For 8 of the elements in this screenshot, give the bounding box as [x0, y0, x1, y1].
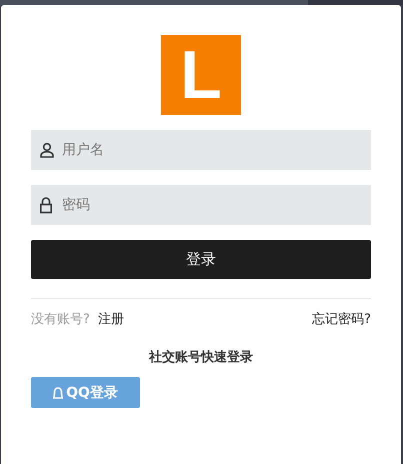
forgot-password-link[interactable]: 忘记密码? — [312, 310, 371, 328]
password-field[interactable]: 密码 — [31, 185, 371, 225]
logo: L — [161, 35, 241, 115]
no-account-text: 没有账号? — [31, 311, 90, 328]
login-button[interactable]: 登录 — [31, 240, 371, 279]
register-link[interactable]: 注册 — [98, 310, 124, 328]
social-login-title: 社交账号快速登录 — [148, 348, 254, 366]
username-field[interactable]: 用户名 — [31, 130, 371, 170]
